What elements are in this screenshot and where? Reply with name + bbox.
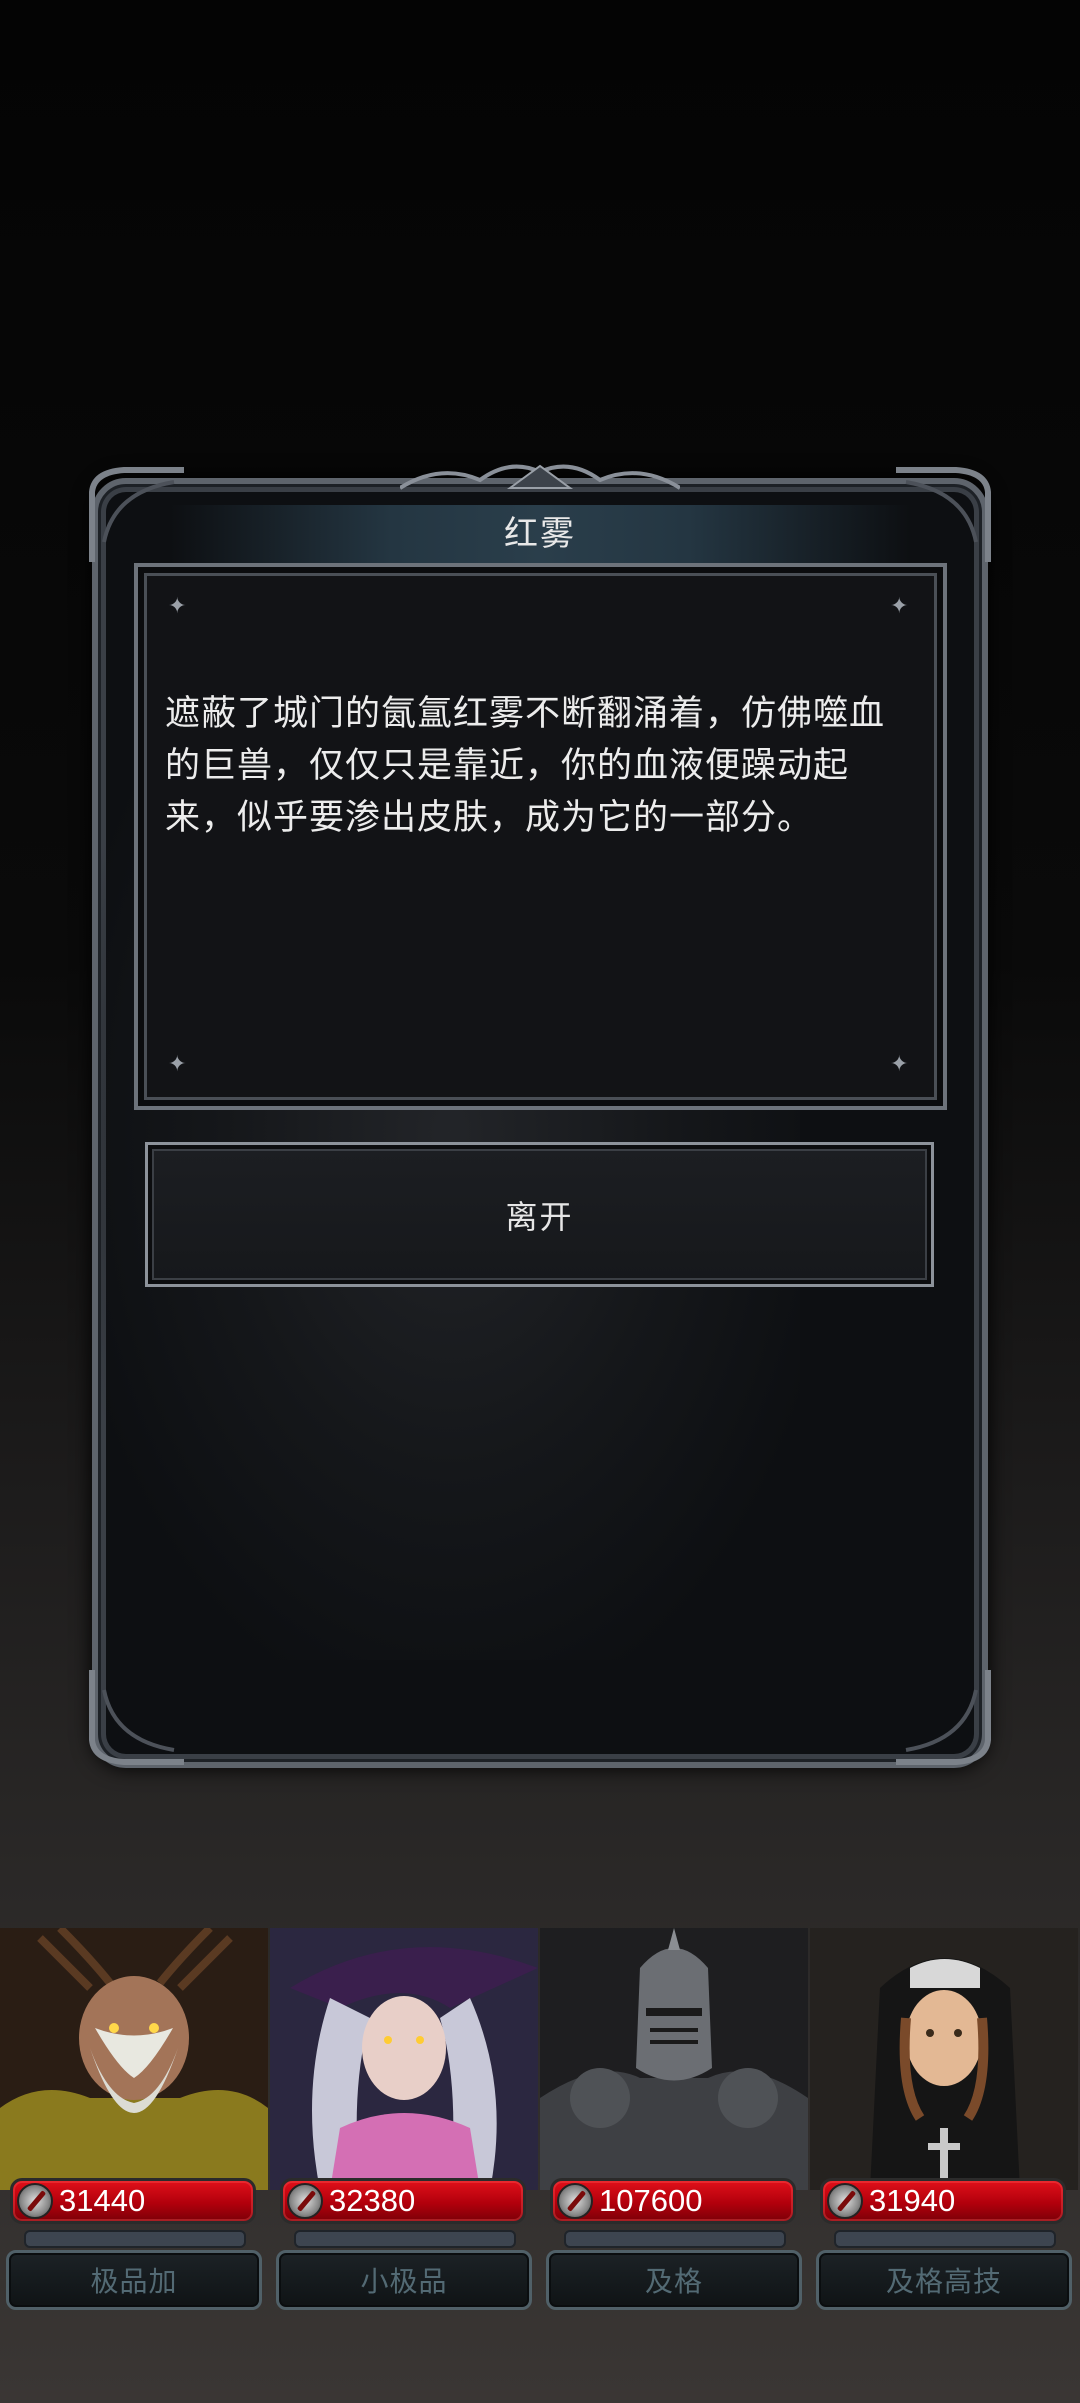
sparkle-icon: ✦ [168, 594, 187, 619]
grade-tag: 极品加 [6, 2250, 262, 2310]
dialog-title: 红雾 [504, 514, 576, 554]
game-screen: 红雾 ✦ ✦ ✦ ✦ 遮蔽了城门的氤氲红雾不断翻涌着，仿佛噬血的巨兽，仅仅只是靠… [0, 0, 1080, 2403]
grade-label: 极品加 [90, 2265, 178, 2298]
sub-bar [294, 2230, 516, 2248]
power-value: 31440 [59, 2183, 146, 2218]
corner-ornament-icon [89, 1670, 184, 1765]
grade-tag: 及格高技 [816, 2250, 1072, 2310]
party-card[interactable]: 31440 极品加 [0, 1928, 268, 2318]
power-value: 31940 [869, 2183, 956, 2218]
knight-portrait-icon [540, 1928, 808, 2190]
power-value: 32380 [329, 2183, 416, 2218]
sword-power-icon [287, 2183, 323, 2219]
sub-bar [564, 2230, 786, 2248]
party-card[interactable]: 107600 及格 [540, 1928, 808, 2318]
power-bar: 31440 [10, 2178, 256, 2224]
witch-portrait-icon [270, 1928, 538, 2190]
sub-bar [24, 2230, 246, 2248]
story-text: 遮蔽了城门的氤氲红雾不断翻涌着，仿佛噬血的巨兽，仅仅只是靠近，你的血液便躁动起来… [165, 694, 886, 838]
grade-tag: 小极品 [276, 2250, 532, 2310]
grade-label: 小极品 [360, 2265, 448, 2298]
top-ornament-icon [400, 464, 680, 490]
nun-portrait-icon [810, 1928, 1078, 2190]
party-card[interactable]: 31940 及格高技 [810, 1928, 1078, 2318]
power-bar: 107600 [550, 2178, 796, 2224]
power-value: 107600 [599, 2183, 703, 2218]
grade-label: 及格高技 [885, 2265, 1002, 2298]
party-cards: 31440 极品加 32380 小极品 107600 及格 31940 及格高技 [0, 1928, 1080, 2318]
sword-power-icon [17, 2183, 53, 2219]
sparkle-icon: ✦ [890, 1052, 909, 1077]
sword-power-icon [827, 2183, 863, 2219]
sub-bar [834, 2230, 1056, 2248]
grade-label: 及格 [644, 2265, 703, 2298]
druid-portrait-icon [0, 1928, 268, 2190]
power-bar: 31940 [820, 2178, 1066, 2224]
sparkle-icon: ✦ [168, 1052, 187, 1077]
party-card[interactable]: 32380 小极品 [270, 1928, 538, 2318]
sword-power-icon [557, 2183, 593, 2219]
leave-button-label: 离开 [505, 1197, 574, 1236]
leave-button[interactable]: 离开 [145, 1142, 934, 1287]
sparkle-icon: ✦ [890, 594, 909, 619]
power-bar: 32380 [280, 2178, 526, 2224]
corner-ornament-icon [896, 1670, 991, 1765]
grade-tag: 及格 [546, 2250, 802, 2310]
